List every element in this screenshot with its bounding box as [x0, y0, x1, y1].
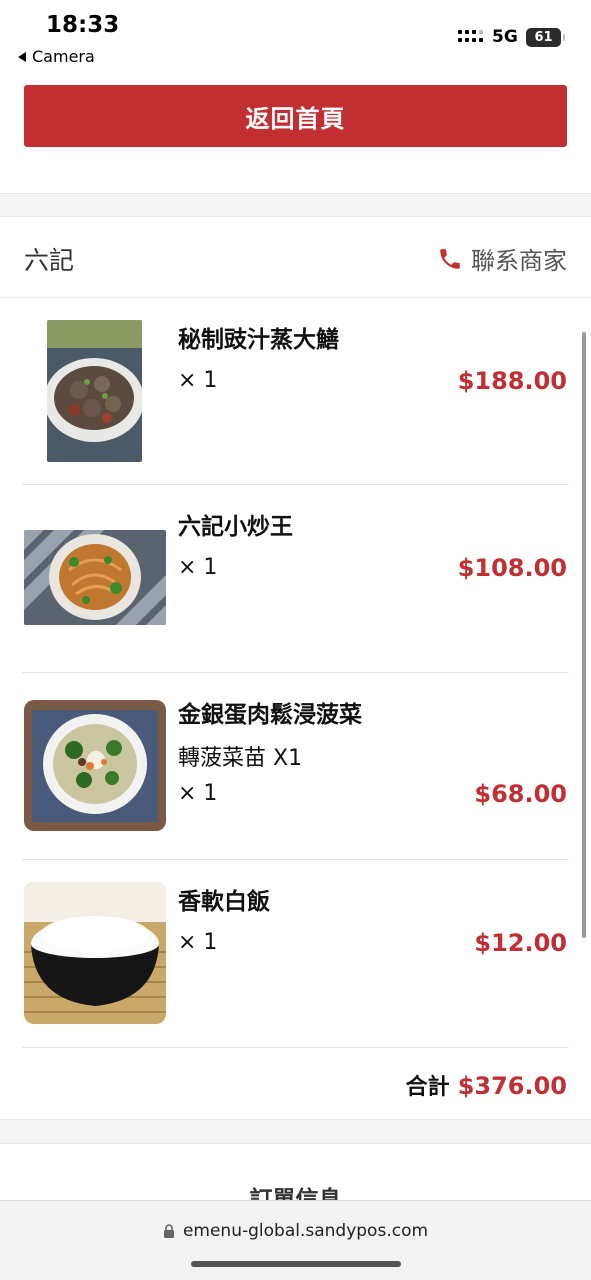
back-arrow-icon [18, 51, 26, 62]
item-name: 金銀蛋肉鬆浸菠菜 [178, 702, 362, 728]
store-order-card: 六記 聯系商家 秘制豉汁蒸大鱔 × 1 $188.00 六記小炒王 × 1 $1… [0, 216, 591, 1120]
item-quantity: × 1 [178, 930, 218, 955]
home-indicator[interactable] [191, 1261, 401, 1267]
stir-fry-noodles-photo [24, 530, 166, 625]
item-price: $188.00 [457, 367, 567, 395]
status-bar: 18:33 Camera 5G 61 [0, 0, 591, 78]
item-name: 秘制豉汁蒸大鱔 [178, 327, 339, 353]
item-quantity: × 1 [178, 368, 218, 393]
phone-icon [440, 248, 460, 269]
store-header: 六記 聯系商家 [0, 217, 591, 298]
network-type: 5G [492, 27, 518, 47]
top-card: 返回首頁 [0, 78, 591, 194]
return-home-button[interactable]: 返回首頁 [24, 85, 567, 147]
scrollbar[interactable] [582, 332, 586, 938]
back-label: Camera [32, 47, 95, 66]
item-price: $108.00 [457, 554, 567, 582]
item-quantity: × 1 [178, 781, 218, 806]
battery-level: 61 [534, 30, 553, 45]
signal-icon-row2 [458, 38, 483, 42]
order-item: 秘制豉汁蒸大鱔 × 1 $188.00 [0, 298, 591, 485]
divider [22, 1047, 569, 1048]
item-option: 轉菠菜苗 X1 [178, 746, 303, 771]
back-to-camera-link[interactable]: Camera [18, 47, 95, 66]
white-rice-photo [24, 882, 166, 1024]
url-display[interactable]: emenu-global.sandypos.com [0, 1221, 591, 1241]
steamed-eel-photo [47, 320, 142, 462]
total-value: $376.00 [457, 1072, 567, 1100]
battery-icon: 61 [526, 28, 565, 47]
lock-icon [163, 1223, 174, 1238]
item-name: 香軟白飯 [178, 889, 270, 915]
order-total: 合計 $376.00 [406, 1069, 567, 1101]
browser-address-bar[interactable]: emenu-global.sandypos.com [0, 1200, 591, 1280]
order-item: 香軟白飯 × 1 $12.00 [0, 860, 591, 1048]
clock: 18:33 [46, 12, 120, 38]
total-label: 合計 [405, 1075, 450, 1100]
order-item: 金銀蛋肉鬆浸菠菜 轉菠菜苗 X1 × 1 $68.00 [0, 673, 591, 860]
order-item: 六記小炒王 × 1 $108.00 [0, 485, 591, 673]
item-name: 六記小炒王 [178, 514, 293, 540]
contact-label: 聯系商家 [471, 247, 567, 275]
signal-icon [458, 30, 483, 34]
item-quantity: × 1 [178, 555, 218, 580]
spinach-soup-photo [24, 700, 166, 831]
item-price: $12.00 [474, 929, 567, 957]
url-text: emenu-global.sandypos.com [182, 1221, 429, 1241]
item-price: $68.00 [474, 780, 567, 808]
store-name: 六記 [24, 246, 75, 275]
contact-merchant-button[interactable]: 聯系商家 [437, 241, 567, 276]
